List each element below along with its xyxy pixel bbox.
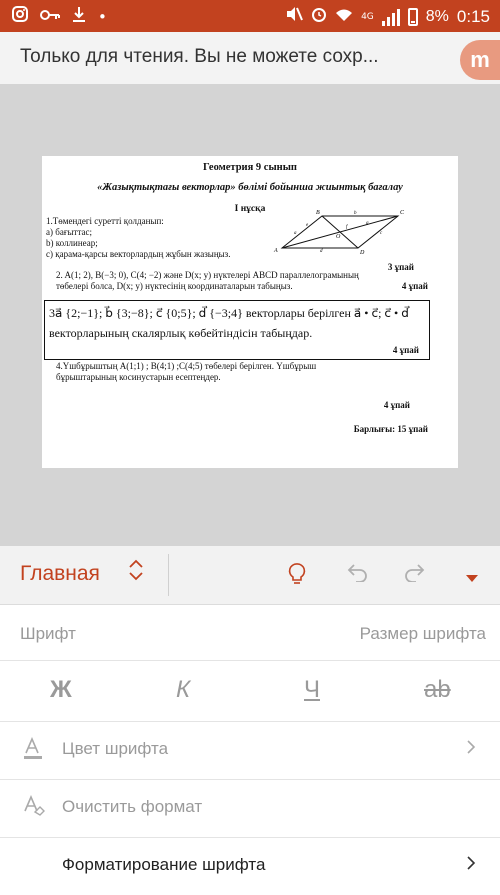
doc-title: Геометрия 9 сынып xyxy=(203,162,297,173)
dots-icon: • xyxy=(98,7,107,26)
font-color-row[interactable]: Цвет шрифта xyxy=(0,721,500,779)
dropdown-icon[interactable] xyxy=(466,566,478,589)
figure-label: C xyxy=(400,210,405,216)
q3-line2: векторларының скалярлық көбейтіндісін та… xyxy=(49,326,313,340)
underline-button[interactable]: Ч xyxy=(304,676,320,704)
clear-format-label: Очистить формат xyxy=(62,797,203,816)
figure-label: e⃗ xyxy=(306,223,312,228)
q4-line2: бұрыштарының косинустарын есептеңдер. xyxy=(56,372,221,382)
redo-icon[interactable] xyxy=(404,562,426,588)
read-only-message: Только для чтения. Вы не можете сохр... xyxy=(20,46,379,67)
chevron-right-icon xyxy=(467,853,476,876)
q1-intro: 1.Төмендегі суретті қолданып: xyxy=(46,216,164,226)
clear-format-icon xyxy=(22,794,46,823)
figure-label: B xyxy=(316,210,320,216)
font-label[interactable]: Шрифт xyxy=(20,624,76,644)
q3-line1: 3a⃗ {2;−1}; b⃗ {3;−8}; c⃗ {0;5}; d⃗ {−3;… xyxy=(49,306,409,320)
tab-home[interactable]: Главная xyxy=(20,562,100,586)
clock: 0:15 xyxy=(456,6,490,26)
alarm-icon xyxy=(311,6,327,27)
brand-badge: m xyxy=(460,40,500,80)
font-size-label[interactable]: Размер шрифта xyxy=(360,624,486,644)
read-only-bar: Только для чтения. Вы не можете сохр... xyxy=(0,32,500,85)
download-icon xyxy=(72,6,86,27)
q1-points: 3 ұпай xyxy=(387,262,414,272)
q3-points: 4 ұпай xyxy=(392,345,419,355)
wifi-icon xyxy=(335,7,353,27)
bold-button[interactable]: Ж xyxy=(50,676,72,704)
figure-label: A xyxy=(273,248,278,254)
document-page: Геометрия 9 сынып «Жазықтықтағы векторла… xyxy=(42,156,458,468)
q4-line1: 4.Үшбұрыштың A(1;1) ; B(4;1) ;C(4;5) төб… xyxy=(56,361,317,371)
figure-label: c⃗ xyxy=(380,231,386,236)
instagram-icon xyxy=(12,6,28,27)
format-buttons: Ж К Ч ab xyxy=(0,662,500,722)
tab-switcher-icon[interactable] xyxy=(128,558,144,584)
q2-points: 4 ұпай xyxy=(401,281,428,291)
mute-icon xyxy=(285,6,304,27)
status-bar: • 4G 8% 0:15 xyxy=(0,0,500,32)
doc-subtitle: «Жазықтықтағы векторлар» бөлімі бойынша … xyxy=(97,182,403,193)
q1-b: b) коллинеар; xyxy=(46,238,98,248)
q2-line2: төбелері болса, D(x; y) нүктесінің коорд… xyxy=(56,281,293,291)
strikethrough-button[interactable]: ab xyxy=(424,676,451,704)
font-color-icon xyxy=(22,736,44,767)
figure-label: a⃗ xyxy=(294,231,300,236)
divider xyxy=(0,660,500,661)
clear-format-row[interactable]: Очистить формат xyxy=(0,779,500,837)
ribbon-bar: Главная xyxy=(0,546,500,605)
network-type: 4G xyxy=(361,11,374,22)
question-3-box: 3a⃗ {2;−1}; b⃗ {3;−8}; c⃗ {0;5}; d⃗ {−3;… xyxy=(44,300,430,360)
italic-button[interactable]: К xyxy=(176,676,190,704)
parallelogram-figure: A B C D O a⃗ b⃗ c⃗ d⃗ e⃗ f⃗ g⃗ xyxy=(273,210,405,254)
figure-label: O xyxy=(336,234,341,240)
undo-icon[interactable] xyxy=(346,562,368,588)
q2-line1: 2. A(1; 2), B(−3; 0), C(4; −2) және D(x;… xyxy=(56,270,359,280)
q1-c: с) қарама-қарсы векторлардың жұбын жазың… xyxy=(46,249,231,259)
figure-label: d⃗ xyxy=(320,249,326,254)
chevron-right-icon xyxy=(467,737,476,760)
battery-percent: 8% xyxy=(425,7,449,25)
format-font-row[interactable]: Форматирование шрифта xyxy=(0,837,500,895)
figure-label: f⃗ xyxy=(346,225,351,230)
signal-icon xyxy=(381,8,400,26)
lightbulb-icon[interactable] xyxy=(288,562,306,592)
battery-icon xyxy=(407,7,418,26)
total-points: Барлығы: 15 ұпай xyxy=(353,424,428,434)
figure-label: D xyxy=(359,250,365,254)
format-font-label: Форматирование шрифта xyxy=(62,855,266,874)
figure-label: b⃗ xyxy=(354,211,360,216)
figure-label: g⃗ xyxy=(366,221,372,226)
font-color-label: Цвет шрифта xyxy=(62,739,169,758)
key-icon xyxy=(40,7,60,27)
q4-points: 4 ұпай xyxy=(383,400,410,410)
document-canvas[interactable]: Геометрия 9 сынып «Жазықтықтағы векторла… xyxy=(0,84,500,546)
q1-a: а) бағыттас; xyxy=(46,227,93,237)
ribbon-divider xyxy=(168,554,169,596)
